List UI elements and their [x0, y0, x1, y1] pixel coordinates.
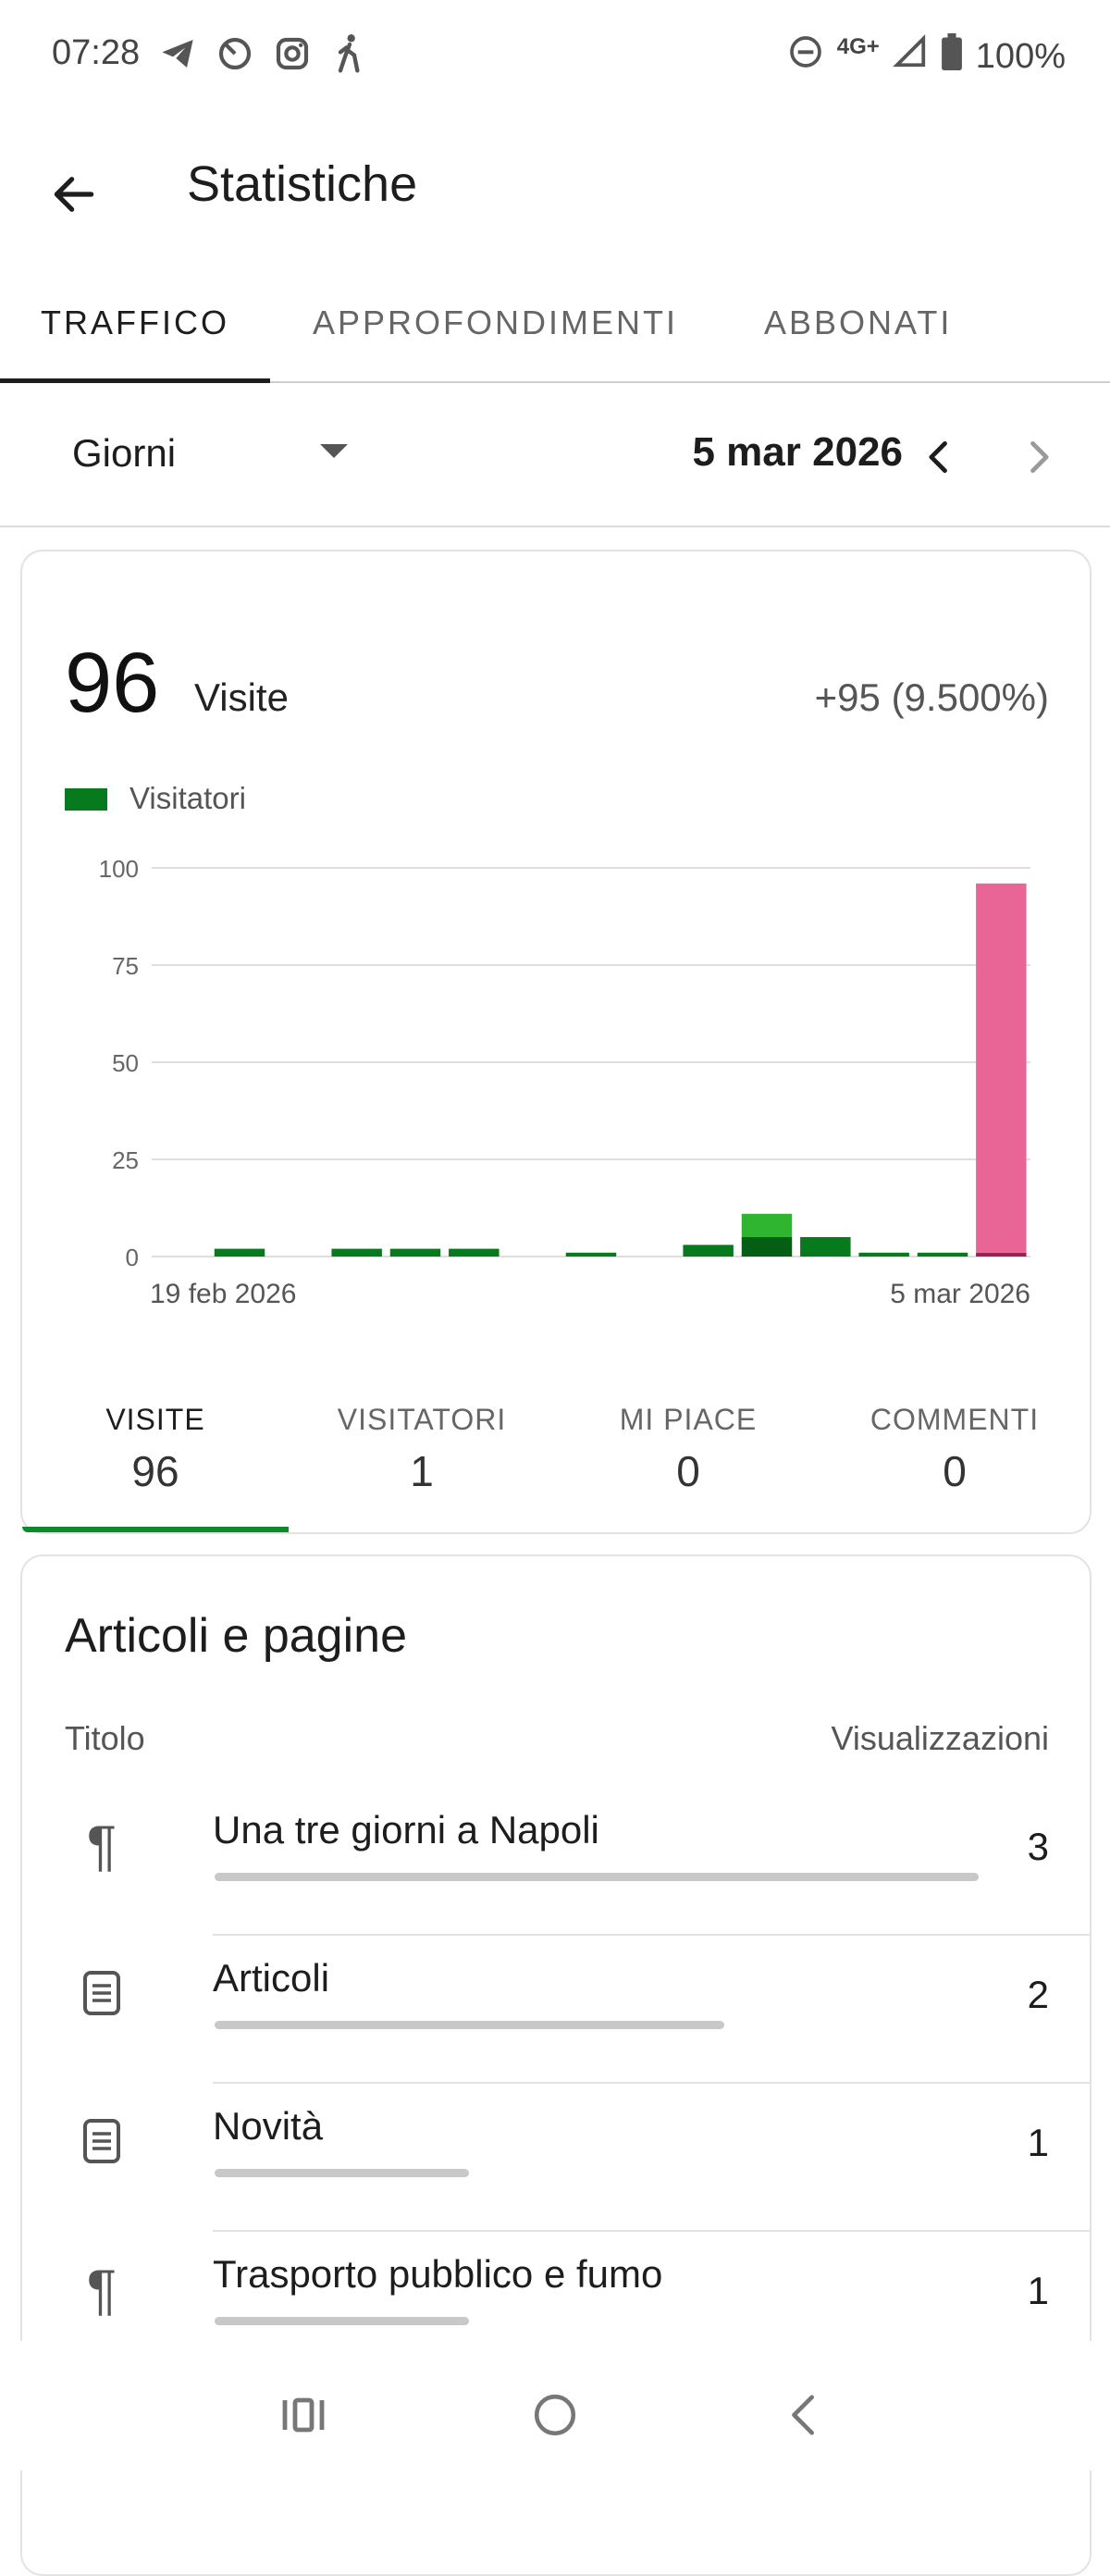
status-bar: 07:28 4G+ 100% [0, 0, 1110, 111]
y-tick-label: 75 [112, 952, 139, 980]
walk-icon [331, 33, 368, 79]
visits-total: 96 [65, 636, 160, 730]
legend-swatch [65, 788, 107, 811]
bar-visitors [214, 1248, 265, 1257]
bar-visits [741, 1213, 793, 1237]
page-icon [74, 1965, 130, 2021]
bar-visitors [976, 1252, 1027, 1257]
list-item[interactable]: Articoli 2 [22, 1936, 1090, 2084]
stat-visite[interactable]: VISITE 96 [22, 1403, 289, 1496]
dnd-icon [787, 33, 824, 80]
tab-traffico[interactable]: TRAFFICO [41, 303, 229, 342]
tab-bar: TRAFFICO APPROFONDIMENTI ABBONATI [0, 278, 1110, 383]
bar-visitors [683, 1245, 734, 1257]
stat-value: 96 [131, 1447, 179, 1495]
post-views: 1 [1027, 2121, 1049, 2164]
post-title: Novità [213, 2104, 324, 2148]
stat-value: 1 [410, 1447, 434, 1495]
bar-visitors [389, 1248, 441, 1257]
period-dropdown[interactable]: Giorni [72, 431, 176, 476]
back-button[interactable] [37, 157, 111, 231]
tab-approfondimenti[interactable]: APPROFONDIMENTI [313, 303, 678, 342]
post-title: Trasporto pubblico e fumo [213, 2252, 663, 2296]
paragraph-icon: ¶ [86, 2258, 117, 2321]
system-back-button[interactable] [768, 2378, 842, 2452]
stat-value: 0 [676, 1447, 700, 1495]
recent-apps-icon [282, 2397, 325, 2433]
network-type: 4G+ [836, 34, 880, 59]
stats-tabs: VISITE 96 VISITATORI 1 MI PIACE 0 COMMEN… [22, 1403, 1090, 1532]
signal-icon [892, 34, 928, 79]
bar-visitors [331, 1248, 382, 1257]
post-title: Una tre giorni a Napoli [213, 1808, 599, 1852]
visits-label: Visite [194, 675, 289, 719]
telegram-icon [159, 35, 196, 77]
period-row: Giorni 5 mar 2026 [0, 383, 1110, 527]
recent-apps-button[interactable] [266, 2378, 340, 2452]
bar-visitors [917, 1252, 968, 1257]
bar-visitors [565, 1252, 617, 1257]
stat-label: VISITATORI [337, 1403, 507, 1436]
y-tick-label: 25 [112, 1146, 139, 1174]
list-item[interactable]: Novità 1 [22, 2084, 1090, 2232]
chevron-left-icon [929, 440, 947, 474]
bar-visits [976, 883, 1027, 1253]
system-nav-bar [0, 2341, 1110, 2471]
chevron-right-icon [1030, 440, 1049, 474]
list-item[interactable]: ¶ Una tre giorni a Napoli 3 [22, 1788, 1090, 1936]
x-tick-label: 19 feb 2026 [150, 1279, 296, 1309]
instagram-icon [274, 35, 311, 77]
visits-change: +95 (9.500%) [814, 675, 1049, 719]
post-title: Articoli [213, 1956, 330, 2000]
bar-visitors [449, 1248, 500, 1257]
bar-visitors [741, 1237, 793, 1257]
battery-level: 100% [975, 36, 1066, 76]
stat-label: COMMENTI [870, 1403, 1040, 1436]
page-icon [74, 2113, 130, 2169]
visits-chart[interactable]: 0 25 50 75 100 19 feb 2026 5 mar 2026 [59, 838, 1077, 1338]
posts-heading: Articoli e pagine [65, 1609, 407, 1663]
back-chevron-icon [792, 2395, 814, 2435]
app-bar: Statistiche [0, 111, 1110, 259]
period-date: 5 mar 2026 [692, 429, 903, 475]
home-icon [534, 2394, 576, 2436]
status-time: 07:28 [52, 33, 141, 72]
views-bar [215, 2021, 724, 2029]
y-tick-label: 50 [112, 1049, 139, 1077]
battery-icon [941, 33, 963, 80]
page-title: Statistiche [187, 156, 418, 212]
y-tick-label: 100 [99, 855, 139, 883]
next-period-button[interactable] [1010, 429, 1066, 485]
legend-label: Visitatori [130, 781, 246, 815]
active-stat-indicator [22, 1527, 289, 1532]
views-bar [215, 1873, 979, 1881]
bar-visitors [858, 1252, 909, 1257]
bar-visitors [800, 1237, 851, 1257]
y-tick-label: 0 [126, 1244, 139, 1271]
stat-mi-piace[interactable]: MI PIACE 0 [555, 1403, 821, 1496]
x-tick-label: 5 mar 2026 [890, 1279, 1030, 1309]
column-views: Visualizzazioni [831, 1719, 1049, 1757]
home-button[interactable] [518, 2378, 592, 2452]
post-views: 2 [1027, 1973, 1049, 2016]
stat-label: MI PIACE [619, 1403, 758, 1436]
arrow-left-icon [54, 177, 94, 212]
stat-commenti[interactable]: COMMENTI 0 [821, 1403, 1088, 1496]
previous-period-button[interactable] [912, 429, 968, 485]
post-views: 1 [1027, 2269, 1049, 2312]
status-right: 4G+ 100% [787, 33, 1066, 80]
stat-value: 0 [943, 1447, 967, 1495]
paragraph-icon: ¶ [86, 1814, 117, 1876]
tab-abbonati[interactable]: ABBONATI [764, 303, 952, 342]
views-bar [215, 2169, 469, 2177]
views-bar [215, 2317, 469, 2325]
timer-icon [216, 35, 253, 77]
post-views: 3 [1027, 1825, 1049, 1868]
stat-visitatori[interactable]: VISITATORI 1 [289, 1403, 555, 1496]
stat-label: VISITE [105, 1403, 205, 1436]
caret-down-icon[interactable] [320, 444, 348, 458]
traffic-card: 96 Visite +95 (9.500%) Visitatori 0 25 50 7… [20, 550, 1092, 1534]
column-title: Titolo [65, 1719, 145, 1757]
